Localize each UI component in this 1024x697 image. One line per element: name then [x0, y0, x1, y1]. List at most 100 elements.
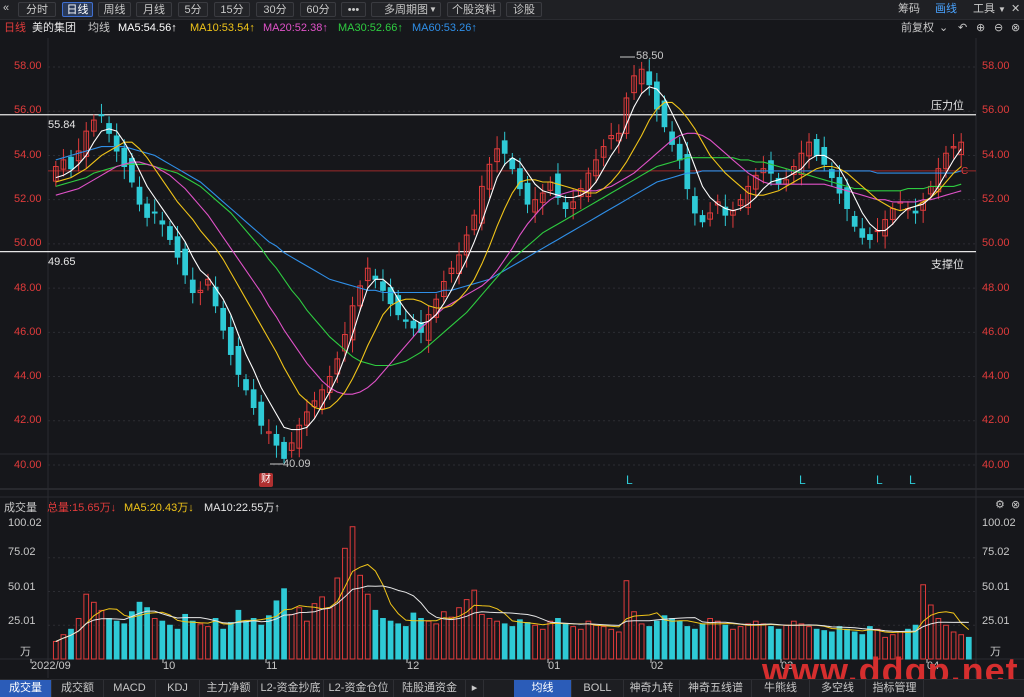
tab-weekly[interactable]: 周线	[98, 2, 131, 17]
tab-more[interactable]: •••	[341, 2, 366, 17]
close-icon[interactable]: ⊗	[1011, 498, 1020, 511]
l-mark[interactable]: L	[799, 473, 806, 487]
volume-total: 总量:15.65万↓	[47, 502, 117, 514]
volume-bar	[448, 616, 455, 660]
volume-bar	[714, 620, 721, 660]
close-icon[interactable]: ⊗	[1011, 20, 1020, 37]
volume-bar	[372, 609, 379, 660]
volume-tick: 75.02	[982, 546, 1010, 558]
tab-chips[interactable]: 筹码	[898, 2, 920, 17]
tab-hk-connect[interactable]: 陆股通资金	[394, 680, 466, 697]
l-mark[interactable]: L	[909, 473, 916, 487]
volume-bar	[730, 628, 736, 660]
volume-bar	[220, 628, 227, 660]
tab-15min[interactable]: 15分	[214, 2, 250, 17]
tab-intraday[interactable]: 分时	[18, 2, 56, 17]
price-tick: 44.00	[982, 370, 1010, 383]
add-icon[interactable]: ⊕	[976, 20, 985, 37]
chevron-down-icon[interactable]: ⌄	[939, 20, 948, 37]
volume-bar	[517, 619, 523, 660]
avg-line-label[interactable]: 均线	[88, 20, 110, 37]
candle-body	[98, 114, 105, 117]
volume-bar	[106, 618, 112, 660]
volume-bar	[265, 615, 272, 660]
volume-bar	[486, 618, 493, 660]
tab-5min[interactable]: 5分	[178, 2, 208, 17]
price-tick: 48.00	[982, 281, 1010, 294]
c-mark[interactable]: C	[961, 166, 968, 177]
volume-bar	[646, 626, 653, 660]
support-label[interactable]: 支撑位	[931, 256, 964, 272]
candle-body	[136, 186, 143, 205]
price-tick: 40.00	[982, 458, 1010, 471]
scroll-right-icon[interactable]: ▸	[466, 680, 484, 697]
candle-body	[654, 81, 660, 110]
finance-badge[interactable]: 财	[259, 473, 273, 487]
settings-icon[interactable]: ⚙	[995, 498, 1005, 511]
price-tick: 42.00	[982, 414, 1010, 427]
tab-kdj[interactable]: KDJ	[156, 680, 200, 697]
tab-turnover[interactable]: 成交额	[52, 680, 104, 697]
tab-30min[interactable]: 30分	[256, 2, 294, 17]
price-tick: 54.00	[14, 148, 42, 161]
price-tick: 46.00	[982, 325, 1010, 338]
volume-bar	[159, 620, 166, 660]
tab-draw-line[interactable]: 画线	[935, 2, 957, 17]
price-tick: 54.00	[982, 148, 1010, 161]
tab-diagnosis[interactable]: 诊股	[506, 2, 542, 17]
volume-title[interactable]: 成交量	[4, 499, 37, 515]
price-tick: 56.00	[982, 104, 1010, 117]
candle-body	[281, 441, 287, 459]
volume-bar	[585, 620, 592, 660]
volume-bar	[205, 626, 211, 660]
candle-body	[380, 281, 386, 291]
volume-bar	[395, 623, 402, 660]
tab-l2-bottom[interactable]: L2-资金抄底	[258, 680, 324, 697]
tab-l2-position[interactable]: L2-资金仓位	[324, 680, 394, 697]
tab-60min[interactable]: 60分	[300, 2, 336, 17]
remove-icon[interactable]: ⊖	[994, 20, 1003, 37]
tab-indicator-manage[interactable]: 指标管理	[866, 680, 924, 697]
tab-main-net[interactable]: 主力净额	[200, 680, 258, 697]
candle-body	[235, 345, 242, 375]
volume-bar	[334, 577, 341, 660]
undo-icon[interactable]: ↶	[958, 20, 967, 37]
volume-bar	[243, 620, 249, 660]
tab-long-short[interactable]: 多空线	[810, 680, 866, 697]
tab-stock-info[interactable]: 个股资料	[447, 2, 501, 17]
tab-tools[interactable]: 工具	[973, 2, 995, 17]
volume-bar	[676, 620, 683, 660]
volume-bar	[410, 612, 417, 660]
candle-body	[524, 182, 531, 205]
volume-bar	[113, 620, 120, 660]
tab-monthly[interactable]: 月线	[136, 2, 172, 17]
tab-magic-five[interactable]: 神奇五线谱	[680, 680, 752, 697]
volume-bar	[547, 620, 554, 660]
double-chevron-left-icon[interactable]: «	[3, 1, 9, 16]
dropdown-caret-icon[interactable]: ▼	[998, 2, 1006, 17]
adjust-mode[interactable]: 前复权	[901, 20, 934, 37]
tab-volume[interactable]: 成交量	[0, 680, 52, 697]
volume-bar	[380, 618, 386, 660]
tab-magic-nine[interactable]: 神奇九转	[624, 680, 680, 697]
volume-bar	[539, 628, 546, 660]
tab-bull-bear[interactable]: 牛熊线	[752, 680, 810, 697]
close-icon[interactable]: ✕	[1011, 2, 1020, 17]
tab-ma[interactable]: 均线	[514, 680, 572, 697]
candle-body	[813, 139, 820, 156]
dropdown-caret-icon[interactable]: ▼	[429, 2, 437, 17]
candle-body	[684, 154, 691, 190]
price-tick: 42.00	[14, 414, 42, 427]
tab-macd[interactable]: MACD	[104, 680, 156, 697]
l-mark[interactable]: L	[876, 473, 883, 487]
period-label: 日线	[4, 22, 26, 34]
l-mark[interactable]: L	[626, 473, 633, 487]
resistance-label[interactable]: 压力位	[931, 97, 964, 113]
tab-daily[interactable]: 日线	[62, 2, 93, 17]
kline-chart[interactable]	[0, 38, 1024, 678]
price-tick: 48.00	[14, 281, 42, 294]
volume-bar	[197, 623, 204, 660]
volume-bar	[669, 618, 675, 660]
tab-boll[interactable]: BOLL	[572, 680, 624, 697]
volume-tick: 25.01	[982, 615, 1010, 627]
